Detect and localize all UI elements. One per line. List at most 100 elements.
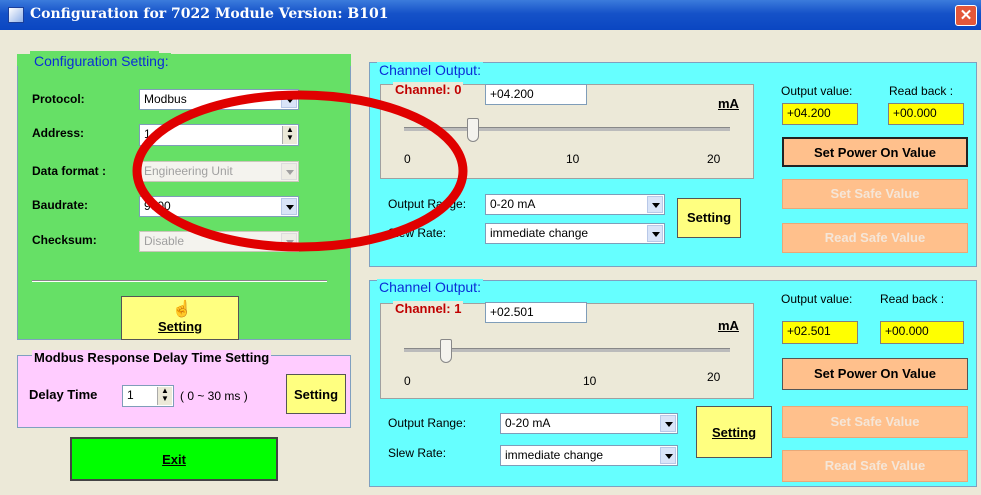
chevron-down-icon[interactable] (647, 196, 663, 213)
channel-0-setting-button[interactable]: Setting (677, 198, 741, 238)
channel-1-output-range-select[interactable]: 0-20 mA (500, 413, 678, 434)
channel-1-legend: Channel Output: (377, 279, 483, 295)
channel-1-scale-mid: 10 (583, 374, 597, 388)
delay-range-text: ( 0 ~ 30 ms ) (180, 389, 248, 403)
channel-0-slew-rate-value: immediate change (490, 226, 589, 240)
exit-label: Exit (162, 452, 186, 467)
address-value: 1 (144, 127, 151, 141)
channel-0-read-safe-button: Read Safe Value (782, 223, 968, 253)
channel-1-slew-rate-label: Slew Rate: (388, 446, 447, 460)
divider (32, 280, 327, 282)
channel-1-setting-label: Setting (711, 425, 757, 440)
app-icon (8, 7, 24, 23)
channel-1-slider-track[interactable] (404, 348, 730, 352)
window-title: Configuration for 7022 Module Version: B… (30, 6, 389, 22)
channel-0-scale-min: 0 (404, 152, 411, 166)
checksum-select: Disable (139, 231, 299, 252)
channel-1-output-value-text: +02.501 (787, 324, 831, 338)
baudrate-label: Baudrate: (32, 198, 89, 212)
channel-1-value: +02.501 (490, 305, 534, 319)
channel-1-read-back-text: +00.000 (885, 324, 929, 338)
channel-1-read-safe-label: Read Safe Value (824, 458, 926, 473)
channel-0-slider-track[interactable] (404, 127, 730, 131)
channel-0-output-range-label: Output Range: (388, 197, 467, 211)
channel-0-label: Channel: 0 (393, 82, 464, 97)
channel-1-scale-max: 20 (707, 370, 721, 384)
delay-legend: Modbus Response Delay Time Setting (32, 350, 272, 365)
chevron-down-icon (281, 163, 297, 180)
config-setting-label: Setting (157, 319, 203, 334)
channel-0-set-power-on-label: Set Power On Value (813, 145, 937, 160)
channel-0-output-range-select[interactable]: 0-20 mA (485, 194, 665, 215)
channel-0-output-value-label: Output value: (781, 84, 853, 98)
data-format-select: Engineering Unit (139, 161, 299, 182)
channel-0-set-safe-button: Set Safe Value (782, 179, 968, 209)
chevron-down-icon (281, 233, 297, 250)
channel-1-unit: mA (718, 318, 739, 333)
chevron-down-icon[interactable] (281, 91, 297, 108)
hand-pointer-icon: ☝ (172, 301, 192, 318)
checksum-value: Disable (144, 234, 185, 248)
close-button[interactable]: ✕ (955, 5, 977, 26)
delay-time-label: Delay Time (29, 387, 98, 402)
config-setting-button[interactable]: ☝ Setting (121, 296, 239, 340)
chevron-down-icon[interactable] (281, 198, 297, 215)
chevron-down-icon[interactable] (647, 225, 663, 242)
channel-0-scale-mid: 10 (566, 152, 580, 166)
channel-1-slew-rate-value: immediate change (505, 448, 604, 462)
title-bar[interactable]: Configuration for 7022 Module Version: B… (0, 0, 981, 30)
protocol-label: Protocol: (32, 92, 85, 106)
channel-0-unit: mA (718, 96, 739, 111)
chevron-down-icon[interactable] (660, 415, 676, 432)
channel-0-output-value-text: +04.200 (787, 106, 831, 120)
channel-0-slider-thumb[interactable] (467, 118, 480, 142)
address-label: Address: (32, 126, 85, 140)
channel-1-set-power-on-button[interactable]: Set Power On Value (782, 358, 968, 390)
chevron-down-icon[interactable] (660, 447, 676, 464)
data-format-label: Data format : (32, 164, 107, 178)
delay-time-value: 1 (127, 388, 134, 402)
delay-time-input[interactable]: 1 ▲ ▼ (122, 385, 174, 407)
spin-arrows-icon[interactable]: ▲ ▼ (282, 126, 297, 144)
protocol-select[interactable]: Modbus (139, 89, 299, 110)
channel-0-read-back-text: +00.000 (893, 106, 937, 120)
channel-1-read-back: +00.000 (880, 321, 964, 344)
channel-0-legend: Channel Output: (377, 62, 483, 78)
channel-0-read-back: +00.000 (888, 103, 964, 125)
channel-1-read-safe-button: Read Safe Value (782, 450, 968, 482)
channel-0-slew-rate-select[interactable]: immediate change (485, 223, 665, 244)
channel-1-read-back-label: Read back : (880, 292, 945, 306)
channel-1-slew-rate-select[interactable]: immediate change (500, 445, 678, 466)
channel-1-output-value: +02.501 (782, 321, 858, 344)
channel-0-value-input[interactable]: +04.200 (485, 84, 587, 105)
channel-0-read-back-label: Read back : (889, 84, 954, 98)
checksum-label: Checksum: (32, 233, 97, 247)
channel-1-set-power-on-label: Set Power On Value (813, 366, 937, 381)
channel-1-value-input[interactable]: +02.501 (485, 302, 587, 323)
channel-0-setting-label: Setting (686, 210, 732, 225)
close-icon: ✕ (959, 7, 973, 24)
channel-0-output-value: +04.200 (782, 103, 858, 125)
channel-1-output-range-value: 0-20 mA (505, 416, 551, 430)
exit-button[interactable]: Exit (70, 437, 278, 481)
channel-0-scale-max: 20 (707, 152, 721, 166)
address-spinner[interactable]: 1 ▲ ▼ (139, 124, 299, 146)
baudrate-value: 9600 (144, 199, 171, 213)
channel-0-set-power-on-button[interactable]: Set Power On Value (782, 137, 968, 167)
channel-1-slider-thumb[interactable] (439, 339, 452, 363)
spin-arrows-icon[interactable]: ▲ ▼ (157, 387, 172, 405)
channel-1-setting-button[interactable]: Setting (696, 406, 772, 458)
channel-0-output-range-value: 0-20 mA (490, 197, 536, 211)
channel-1-set-safe-label: Set Safe Value (830, 414, 920, 429)
baudrate-select[interactable]: 9600 (139, 196, 299, 217)
delay-setting-label: Setting (293, 387, 339, 402)
channel-1-label: Channel: 1 (393, 301, 464, 316)
channel-0-set-safe-label: Set Safe Value (830, 186, 920, 201)
channel-1-output-value-label: Output value: (781, 292, 853, 306)
configuration-setting-title: Configuration Setting: (32, 53, 171, 69)
channel-0-value: +04.200 (490, 87, 534, 101)
protocol-value: Modbus (144, 92, 187, 106)
data-format-value: Engineering Unit (144, 164, 233, 178)
channel-1-set-safe-button: Set Safe Value (782, 406, 968, 438)
delay-setting-button[interactable]: Setting (286, 374, 346, 414)
